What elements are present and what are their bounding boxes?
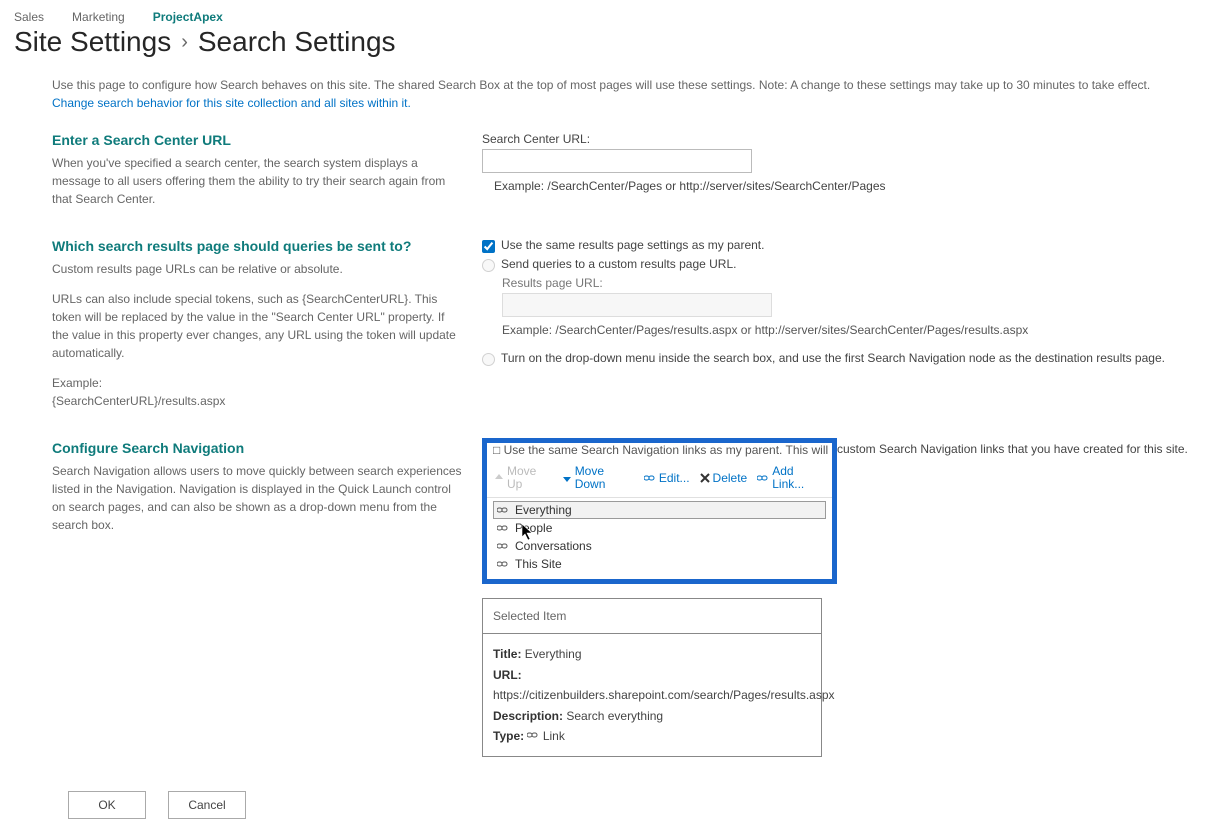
- title-part-a: Site Settings: [14, 26, 171, 58]
- nav-item-label: People: [515, 521, 552, 535]
- results-page-url-input: [502, 293, 772, 317]
- link-icon: [527, 730, 539, 740]
- nav-item-label: This Site: [515, 557, 562, 571]
- results-page-url-example: Example: /SearchCenter/Pages/results.asp…: [502, 323, 1212, 337]
- selected-item-header: Selected Item: [483, 599, 821, 634]
- breadcrumb-item-active[interactable]: ProjectApex: [153, 10, 223, 24]
- selected-type-label: Type:: [493, 729, 524, 743]
- selected-desc-label: Description:: [493, 709, 563, 723]
- selected-item-panel: Selected Item Title: Everything URL:http…: [482, 598, 822, 757]
- section-heading-results-page: Which search results page should queries…: [52, 238, 462, 254]
- use-parent-results-label: Use the same results page settings as my…: [501, 238, 764, 252]
- breadcrumb-item[interactable]: Marketing: [72, 10, 125, 24]
- section-heading-search-center: Enter a Search Center URL: [52, 132, 462, 148]
- link-icon: [644, 473, 656, 483]
- search-center-url-input[interactable]: [482, 149, 752, 173]
- search-center-url-label: Search Center URL:: [482, 132, 1212, 146]
- link-icon: [497, 505, 509, 515]
- ok-button[interactable]: OK: [68, 791, 146, 819]
- nav-toolbar: Move Up Move Down Edit...: [487, 459, 832, 498]
- nav-list: Everything People Conversations This Site: [487, 498, 832, 579]
- page-title: Site Settings › Search Settings: [14, 26, 1212, 58]
- selected-type-value: Link: [543, 729, 565, 743]
- custom-results-radio[interactable]: [482, 259, 495, 272]
- edit-button[interactable]: Edit...: [641, 470, 693, 487]
- link-icon: [497, 523, 509, 533]
- custom-results-label: Send queries to a custom results page UR…: [501, 257, 736, 271]
- search-center-url-example: Example: /SearchCenter/Pages or http://s…: [494, 179, 1212, 193]
- results-page-desc-3: Example: {SearchCenterURL}/results.aspx: [52, 374, 462, 410]
- nav-item-conversations[interactable]: Conversations: [493, 537, 826, 555]
- nav-item-label: Everything: [515, 503, 572, 517]
- link-icon: [497, 559, 509, 569]
- results-page-url-label: Results page URL:: [502, 276, 1212, 290]
- link-icon: [497, 541, 509, 551]
- selected-desc-value: Search everything: [566, 709, 663, 723]
- close-icon: [700, 473, 710, 483]
- breadcrumb: Sales Marketing ProjectApex: [14, 10, 1212, 24]
- dropdown-radio[interactable]: [482, 353, 495, 366]
- delete-button[interactable]: Delete: [697, 470, 751, 487]
- selected-title-value: Everything: [525, 647, 582, 661]
- search-nav-panel: □ Use the same Search Navigation links a…: [482, 438, 837, 584]
- title-part-b: Search Settings: [198, 26, 396, 58]
- nav-item-people[interactable]: People: [493, 519, 826, 537]
- move-up-button: Move Up: [491, 463, 555, 493]
- breadcrumb-item[interactable]: Sales: [14, 10, 44, 24]
- use-parent-nav-overflow-text: custom Search Navigation links that you …: [837, 440, 1188, 456]
- section-desc-search-nav: Search Navigation allows users to move q…: [52, 462, 462, 534]
- chevron-right-icon: ›: [181, 31, 188, 54]
- use-parent-nav-checkbox-snippet: □ Use the same Search Navigation links a…: [487, 443, 832, 459]
- selected-title-label: Title:: [493, 647, 521, 661]
- change-search-behavior-link[interactable]: Change search behavior for this site col…: [52, 96, 411, 110]
- selected-url-label: URL:: [493, 668, 522, 682]
- link-icon: [757, 473, 769, 483]
- nav-item-this-site[interactable]: This Site: [493, 555, 826, 573]
- selected-url-value: https://citizenbuilders.sharepoint.com/s…: [493, 688, 835, 702]
- cancel-button[interactable]: Cancel: [168, 791, 246, 819]
- results-page-desc-1: Custom results page URLs can be relative…: [52, 260, 462, 278]
- results-page-desc-2: URLs can also include special tokens, su…: [52, 290, 462, 362]
- use-parent-results-checkbox[interactable]: [482, 240, 495, 253]
- intro-text: Use this page to configure how Search be…: [52, 76, 1212, 112]
- move-down-button[interactable]: Move Down: [559, 463, 637, 493]
- dropdown-radio-label: Turn on the drop-down menu inside the se…: [501, 351, 1165, 365]
- intro-paragraph: Use this page to configure how Search be…: [52, 78, 1150, 92]
- nav-item-label: Conversations: [515, 539, 592, 553]
- nav-item-everything[interactable]: Everything: [493, 501, 826, 519]
- add-link-button[interactable]: Add Link...: [754, 463, 828, 493]
- section-desc-search-center: When you've specified a search center, t…: [52, 154, 462, 208]
- section-heading-search-nav: Configure Search Navigation: [52, 440, 462, 456]
